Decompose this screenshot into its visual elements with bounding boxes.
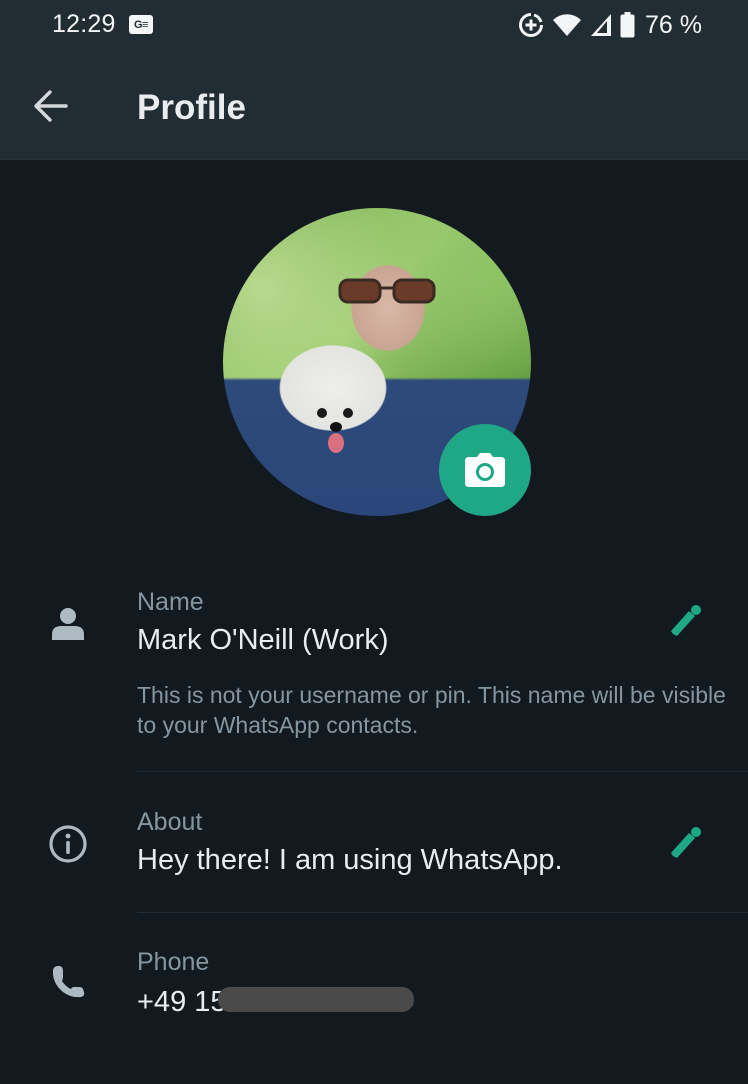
pencil-icon <box>671 827 701 858</box>
phone-icon <box>52 966 85 998</box>
divider <box>137 771 748 772</box>
edit-about-button[interactable] <box>662 820 708 866</box>
back-button[interactable] <box>30 88 70 124</box>
status-bar: 12:29 G≡ 76 % <box>0 0 748 52</box>
app-bar: Profile <box>0 52 748 160</box>
pencil-icon <box>671 605 701 636</box>
battery-icon <box>620 12 635 38</box>
camera-icon <box>465 453 505 487</box>
phone-label: Phone <box>137 948 210 976</box>
data-saver-icon <box>519 13 544 37</box>
edit-name-button[interactable] <box>662 598 708 644</box>
name-hint: This is not your username or pin. This n… <box>137 682 726 738</box>
arrow-left-icon <box>34 90 68 122</box>
battery-percent: 76 % <box>645 10 702 39</box>
about-row[interactable]: About Hey there! I am using WhatsApp. <box>0 800 748 912</box>
person-icon <box>52 608 84 640</box>
divider <box>137 912 748 913</box>
sunglasses-shape <box>338 278 436 304</box>
cell-signal-icon <box>591 14 612 36</box>
phone-redaction <box>218 987 414 1012</box>
name-label: Name <box>137 588 204 616</box>
about-value: Hey there! I am using WhatsApp. <box>137 844 563 876</box>
news-notification-icon: G≡ <box>129 15 153 34</box>
change-photo-button[interactable] <box>439 424 531 516</box>
page-title: Profile <box>137 88 246 127</box>
status-time: 12:29 <box>52 10 116 38</box>
status-icons: 76 % <box>518 9 702 41</box>
name-value: Mark O'Neill (Work) <box>137 624 389 656</box>
profile-photo-section <box>223 208 531 516</box>
info-icon <box>49 825 87 863</box>
wifi-icon <box>553 14 582 37</box>
dog-face-shape <box>317 408 353 453</box>
phone-value: +49 15 <box>137 986 227 1018</box>
about-label: About <box>137 808 203 836</box>
name-row[interactable]: Name Mark O'Neill (Work) This is not you… <box>0 580 748 770</box>
